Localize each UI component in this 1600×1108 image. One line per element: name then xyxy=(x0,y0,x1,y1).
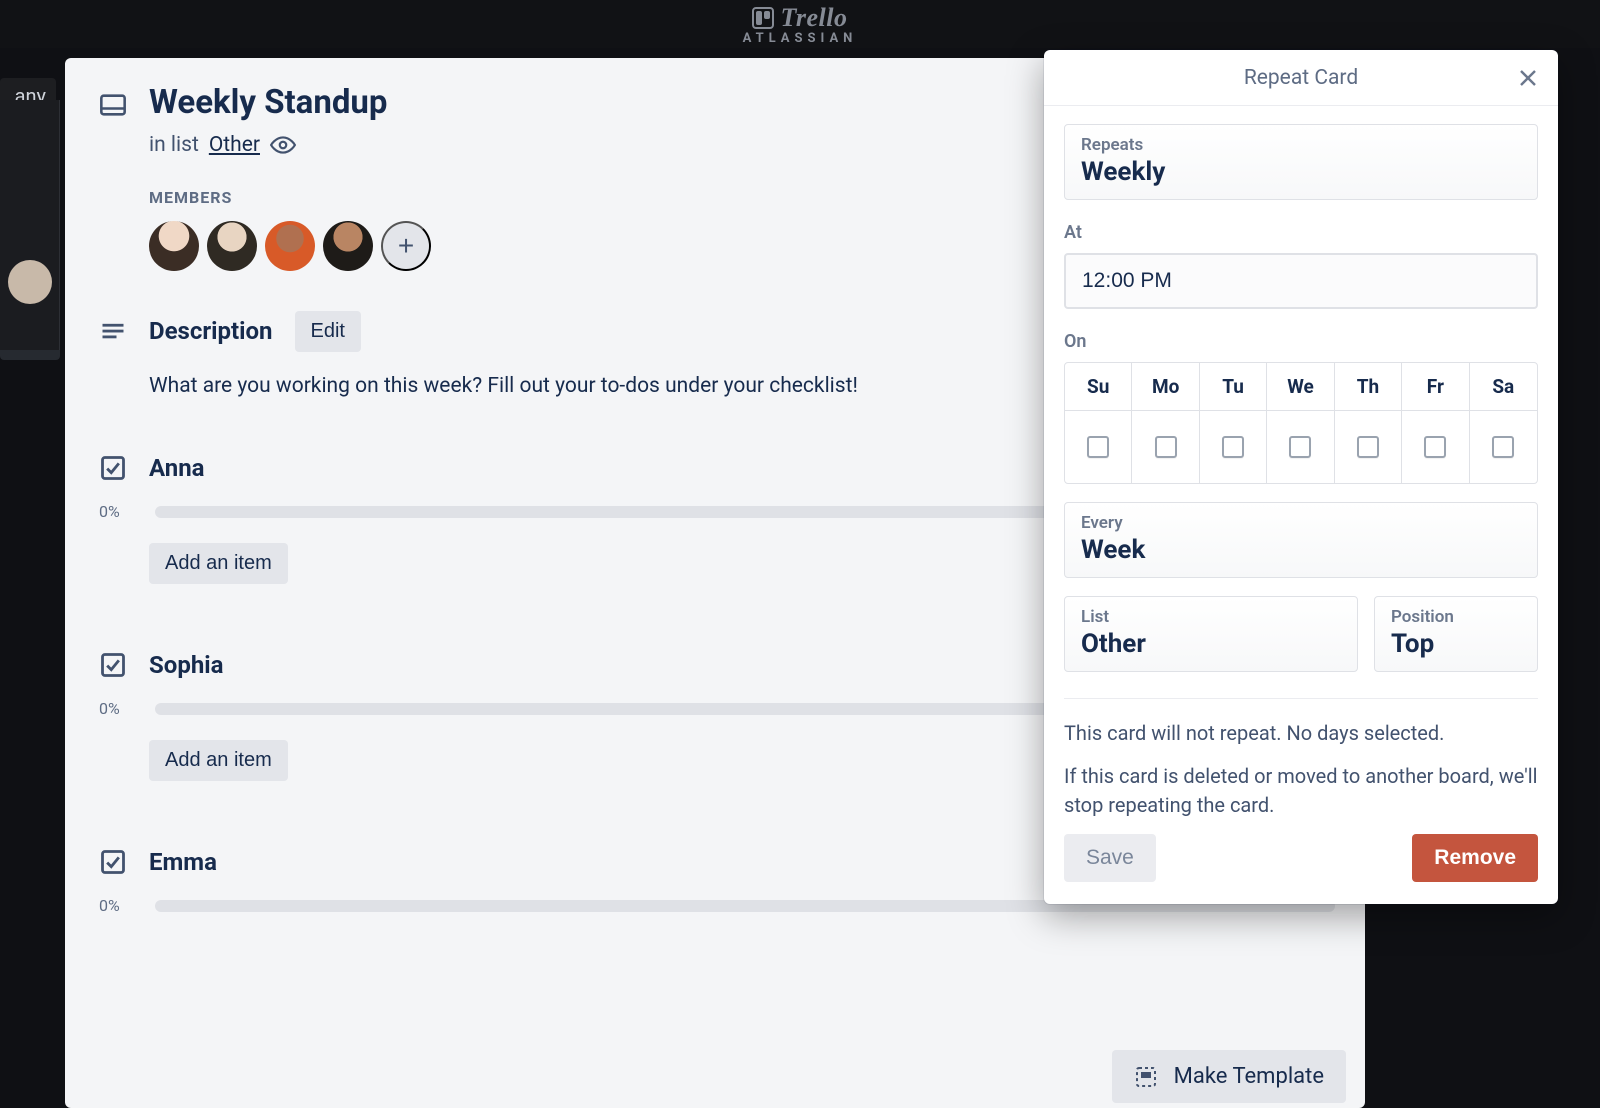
save-button[interactable]: Save xyxy=(1064,834,1156,882)
background-sidebar-fragment xyxy=(0,100,60,350)
list-value: Other xyxy=(1081,629,1341,659)
every-selector[interactable]: Every Week xyxy=(1064,502,1538,578)
template-icon xyxy=(1134,1065,1158,1089)
checklist-percent: 0% xyxy=(99,699,137,718)
day-checkbox-su[interactable] xyxy=(1087,436,1109,458)
at-label: At xyxy=(1064,222,1538,243)
member-avatar[interactable] xyxy=(265,221,315,271)
day-checkbox-tu[interactable] xyxy=(1222,436,1244,458)
repeat-card-popover: Repeat Card Repeats Weekly At On Su Mo T… xyxy=(1044,50,1558,904)
repeats-selector[interactable]: Repeats Weekly xyxy=(1064,124,1538,200)
day-checkbox-fr[interactable] xyxy=(1424,436,1446,458)
checklist-title[interactable]: Sophia xyxy=(149,651,223,679)
popover-title: Repeat Card xyxy=(1244,66,1358,90)
checklist-percent: 0% xyxy=(99,502,137,521)
checklist-title[interactable]: Emma xyxy=(149,848,217,876)
day-selector-grid: Su Mo Tu We Th Fr Sa xyxy=(1064,362,1538,484)
checklist-icon xyxy=(99,847,127,877)
day-label-we: We xyxy=(1287,375,1314,398)
list-label: List xyxy=(1081,607,1341,627)
make-template-label: Make Template xyxy=(1174,1064,1324,1089)
make-template-button[interactable]: Make Template xyxy=(1112,1050,1346,1103)
description-heading: Description xyxy=(149,317,273,345)
app-name: Trello xyxy=(780,3,847,33)
day-label-mo: Mo xyxy=(1152,375,1179,398)
checklist-title[interactable]: Anna xyxy=(149,454,205,482)
member-avatar[interactable] xyxy=(149,221,199,271)
day-checkbox-we[interactable] xyxy=(1289,436,1311,458)
member-avatar[interactable] xyxy=(207,221,257,271)
description-text[interactable]: What are you working on this week? Fill … xyxy=(149,372,1069,401)
in-list-link[interactable]: Other xyxy=(209,133,260,157)
app-topbar: Trello ATLASSIAN xyxy=(0,0,1600,48)
popover-divider xyxy=(1064,698,1538,699)
repeats-value: Weekly xyxy=(1081,157,1521,187)
list-selector[interactable]: List Other xyxy=(1064,596,1358,672)
edit-description-button[interactable]: Edit xyxy=(295,311,361,352)
in-list-prefix: in list xyxy=(149,133,199,157)
repeat-warning-nodays: This card will not repeat. No days selec… xyxy=(1064,719,1538,748)
repeat-warning-delete: If this card is deleted or moved to anot… xyxy=(1064,762,1538,820)
day-label-su: Su xyxy=(1087,375,1109,398)
card-icon xyxy=(99,84,127,120)
at-time-input[interactable] xyxy=(1064,253,1538,309)
day-label-fr: Fr xyxy=(1427,375,1444,398)
watch-icon[interactable] xyxy=(270,132,296,158)
day-checkbox-mo[interactable] xyxy=(1155,436,1177,458)
position-label: Position xyxy=(1391,607,1521,627)
add-item-button[interactable]: Add an item xyxy=(149,543,288,584)
add-item-button[interactable]: Add an item xyxy=(149,740,288,781)
bg-avatar xyxy=(8,260,52,304)
day-checkbox-th[interactable] xyxy=(1357,436,1379,458)
day-label-th: Th xyxy=(1357,375,1379,398)
member-avatar[interactable] xyxy=(323,221,373,271)
remove-button[interactable]: Remove xyxy=(1412,834,1538,882)
every-label: Every xyxy=(1081,513,1521,533)
trello-icon xyxy=(752,7,774,29)
day-checkbox-sa[interactable] xyxy=(1492,436,1514,458)
checklist-icon xyxy=(99,453,127,483)
app-vendor: ATLASSIAN xyxy=(743,31,858,46)
position-value: Top xyxy=(1391,629,1521,659)
position-selector[interactable]: Position Top xyxy=(1374,596,1538,672)
repeats-label: Repeats xyxy=(1081,135,1521,155)
checklist-icon xyxy=(99,650,127,680)
trello-logo: Trello ATLASSIAN xyxy=(743,3,858,46)
add-member-button[interactable]: + xyxy=(381,221,431,271)
checklist-percent: 0% xyxy=(99,896,137,915)
on-label: On xyxy=(1064,331,1538,352)
description-icon xyxy=(99,316,127,346)
day-label-sa: Sa xyxy=(1492,375,1514,398)
day-label-tu: Tu xyxy=(1222,375,1244,398)
every-value: Week xyxy=(1081,535,1521,565)
close-icon[interactable] xyxy=(1516,66,1540,90)
